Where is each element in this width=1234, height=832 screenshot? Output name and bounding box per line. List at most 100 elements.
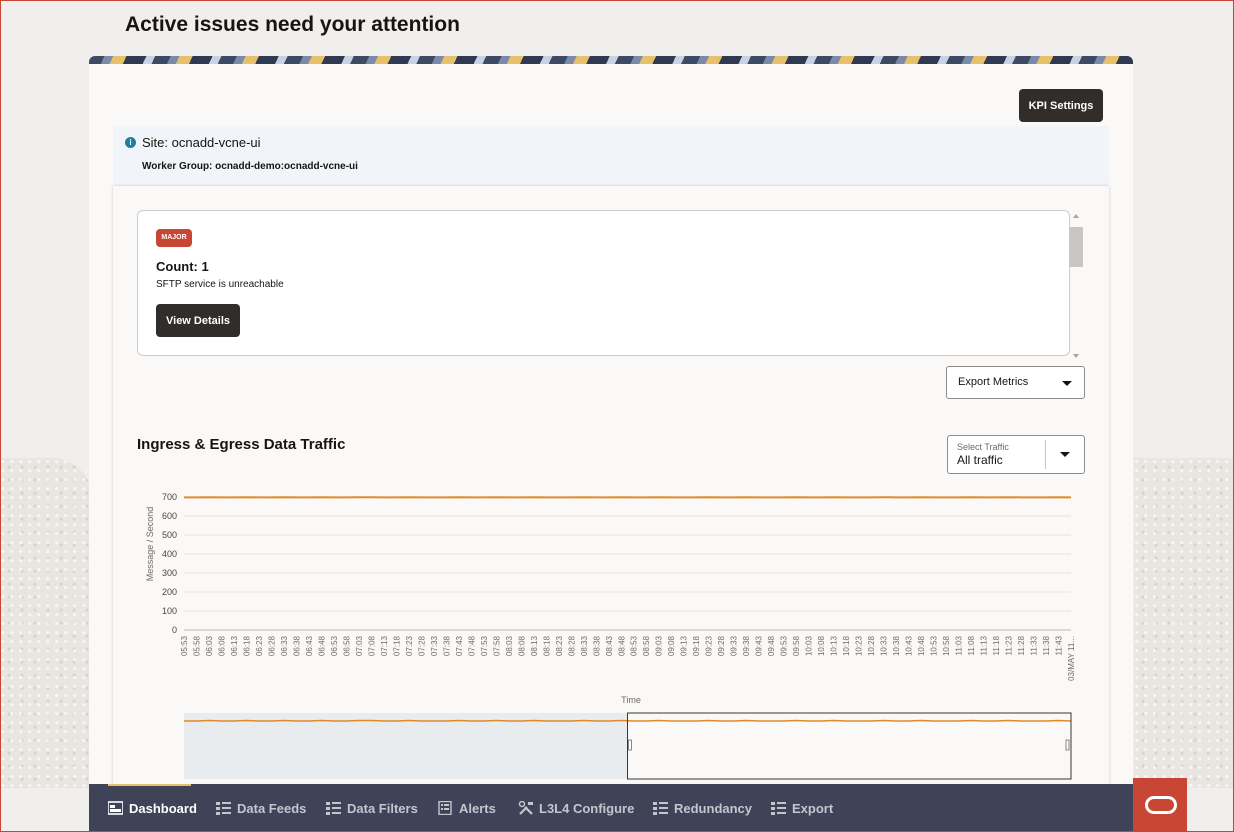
severity-badge: MAJOR bbox=[156, 229, 192, 247]
nav-item-export[interactable]: Export bbox=[771, 784, 833, 832]
chart-gridlines bbox=[184, 496, 1071, 631]
y-tick-label: 700 bbox=[162, 492, 177, 502]
x-tick-label: 11:43 bbox=[1055, 635, 1064, 655]
x-tick-label: 06:28 bbox=[267, 635, 276, 656]
x-tick-label: 10:28 bbox=[867, 635, 876, 656]
nav-item-l3l4-configure[interactable]: L3L4 Configure bbox=[518, 784, 634, 832]
issue-count: Count: 1 bbox=[156, 259, 209, 274]
y-tick-label: 100 bbox=[162, 606, 177, 616]
x-tick-label: 09:53 bbox=[780, 635, 789, 656]
x-tick-label: 08:43 bbox=[605, 635, 614, 656]
x-tick-label: 05:53 bbox=[180, 635, 189, 656]
list-icon bbox=[216, 801, 231, 815]
x-tick-label: 10:18 bbox=[842, 635, 851, 656]
site-label: Site: ocnadd-vcne-ui bbox=[142, 135, 261, 150]
x-tick-label: 11:33 bbox=[1030, 635, 1039, 655]
x-tick-label: 10:03 bbox=[805, 635, 814, 656]
x-axis-label: Time bbox=[621, 695, 641, 705]
x-tick-label: 06:18 bbox=[242, 635, 251, 656]
issue-description: SFTP service is unreachable bbox=[156, 279, 284, 290]
x-tick-label: 09:13 bbox=[680, 635, 689, 656]
x-tick-label: 07:58 bbox=[492, 635, 501, 656]
chart-title: Ingress & Egress Data Traffic bbox=[137, 436, 346, 453]
nav-label: Data Filters bbox=[347, 800, 418, 816]
kpi-settings-button[interactable]: KPI Settings bbox=[1019, 89, 1103, 122]
y-axis-label: Message / Second bbox=[145, 507, 155, 582]
list-icon bbox=[326, 801, 341, 815]
navigator-handle-left bbox=[628, 739, 632, 751]
x-tick-label: 11:03 bbox=[955, 635, 964, 655]
background-texture-right bbox=[1134, 458, 1234, 788]
select-traffic-value: All traffic bbox=[957, 453, 1003, 467]
site-info-panel bbox=[113, 126, 1109, 186]
page-title: Active issues need your attention bbox=[125, 13, 460, 36]
x-tick-label: 10:53 bbox=[930, 635, 939, 656]
x-tick-label: 08:38 bbox=[592, 635, 601, 656]
navigator-handle-right bbox=[1065, 739, 1070, 751]
chevron-down-icon bbox=[1060, 452, 1070, 457]
x-tick-label: 07:28 bbox=[417, 635, 426, 656]
y-tick-label: 300 bbox=[162, 568, 177, 578]
dropdown-divider bbox=[1045, 440, 1046, 469]
alerts-icon bbox=[438, 800, 452, 816]
nav-label: Alerts bbox=[459, 800, 496, 816]
scroll-down-arrow-icon[interactable] bbox=[1073, 354, 1079, 358]
x-axis-ticks: 05:53 05:58 06:03 06:08 06:13 06:18 06:23 06:28… bbox=[180, 635, 1076, 680]
x-tick-label: 09:18 bbox=[692, 635, 701, 656]
x-tick-label: 10:08 bbox=[817, 635, 826, 656]
x-tick-label: 10:33 bbox=[880, 635, 889, 656]
x-tick-label: 06:08 bbox=[217, 635, 226, 656]
x-tick-label: 08:58 bbox=[642, 635, 651, 656]
x-tick-label: 08:23 bbox=[555, 635, 564, 656]
x-tick-label: 11:08 bbox=[967, 635, 976, 655]
nav-item-redundancy[interactable]: Redundancy bbox=[653, 784, 752, 832]
nav-label: Dashboard bbox=[129, 800, 197, 816]
x-tick-label: 05:58 bbox=[192, 635, 201, 656]
x-tick-label: 06:53 bbox=[330, 635, 339, 656]
chevron-down-icon bbox=[1062, 381, 1072, 386]
x-tick-label: 07:53 bbox=[480, 635, 489, 656]
y-tick-label: 0 bbox=[172, 625, 177, 635]
x-tick-label: 07:43 bbox=[455, 635, 464, 656]
scroll-up-arrow-icon[interactable] bbox=[1073, 214, 1079, 218]
x-tick-label: 07:48 bbox=[467, 635, 476, 656]
select-traffic-label: Select Traffic bbox=[957, 442, 1009, 452]
x-tick-label: 08:13 bbox=[530, 635, 539, 656]
x-tick-label: 10:48 bbox=[917, 635, 926, 656]
nav-item-alerts[interactable]: Alerts bbox=[438, 784, 496, 832]
x-tick-label: 07:18 bbox=[392, 635, 401, 656]
view-details-button[interactable]: View Details bbox=[156, 304, 240, 337]
navigator-unselected-area bbox=[184, 713, 628, 779]
nav-item-data-filters[interactable]: Data Filters bbox=[326, 784, 418, 832]
x-tick-label: 07:03 bbox=[355, 635, 364, 656]
list-icon bbox=[771, 801, 786, 815]
navigator-selection-window bbox=[627, 712, 1072, 780]
x-tick-label: 06:03 bbox=[205, 635, 214, 656]
export-metrics-label: Export Metrics bbox=[958, 376, 1029, 388]
chart-navigator bbox=[184, 712, 1072, 780]
dashboard-icon bbox=[107, 801, 124, 815]
y-tick-label: 200 bbox=[162, 587, 177, 597]
nav-item-dashboard[interactable]: Dashboard bbox=[107, 784, 197, 832]
x-tick-label: 09:28 bbox=[717, 635, 726, 656]
traffic-line-chart[interactable]: 0100200300400500600700 05:53 05:58 06:03 06… bbox=[137, 484, 1087, 784]
x-tick-label: 07:33 bbox=[430, 635, 439, 656]
scroll-thumb[interactable] bbox=[1070, 227, 1083, 267]
x-tick-label: 10:38 bbox=[892, 635, 901, 656]
background-texture-left bbox=[0, 458, 92, 788]
x-tick-label: 07:38 bbox=[442, 635, 451, 656]
nav-item-data-feeds[interactable]: Data Feeds bbox=[216, 784, 306, 832]
x-tick-label: 10:23 bbox=[855, 635, 864, 656]
x-tick-label: 07:13 bbox=[380, 635, 389, 656]
x-tick-label: 08:03 bbox=[505, 635, 514, 656]
tools-icon bbox=[518, 800, 533, 815]
x-tick-label: 11:38 bbox=[1042, 635, 1051, 655]
nav-label: Data Feeds bbox=[237, 800, 307, 816]
x-tick-label: 06:33 bbox=[280, 635, 289, 656]
x-tick-label: 07:08 bbox=[367, 635, 376, 656]
x-tick-label: 06:13 bbox=[230, 635, 239, 656]
y-tick-label: 600 bbox=[162, 511, 177, 521]
x-tick-label: 08:18 bbox=[542, 635, 551, 656]
y-axis-ticks: 0 100 200 300 400 500 600 700 bbox=[162, 492, 177, 635]
x-tick-label: 09:58 bbox=[792, 635, 801, 656]
